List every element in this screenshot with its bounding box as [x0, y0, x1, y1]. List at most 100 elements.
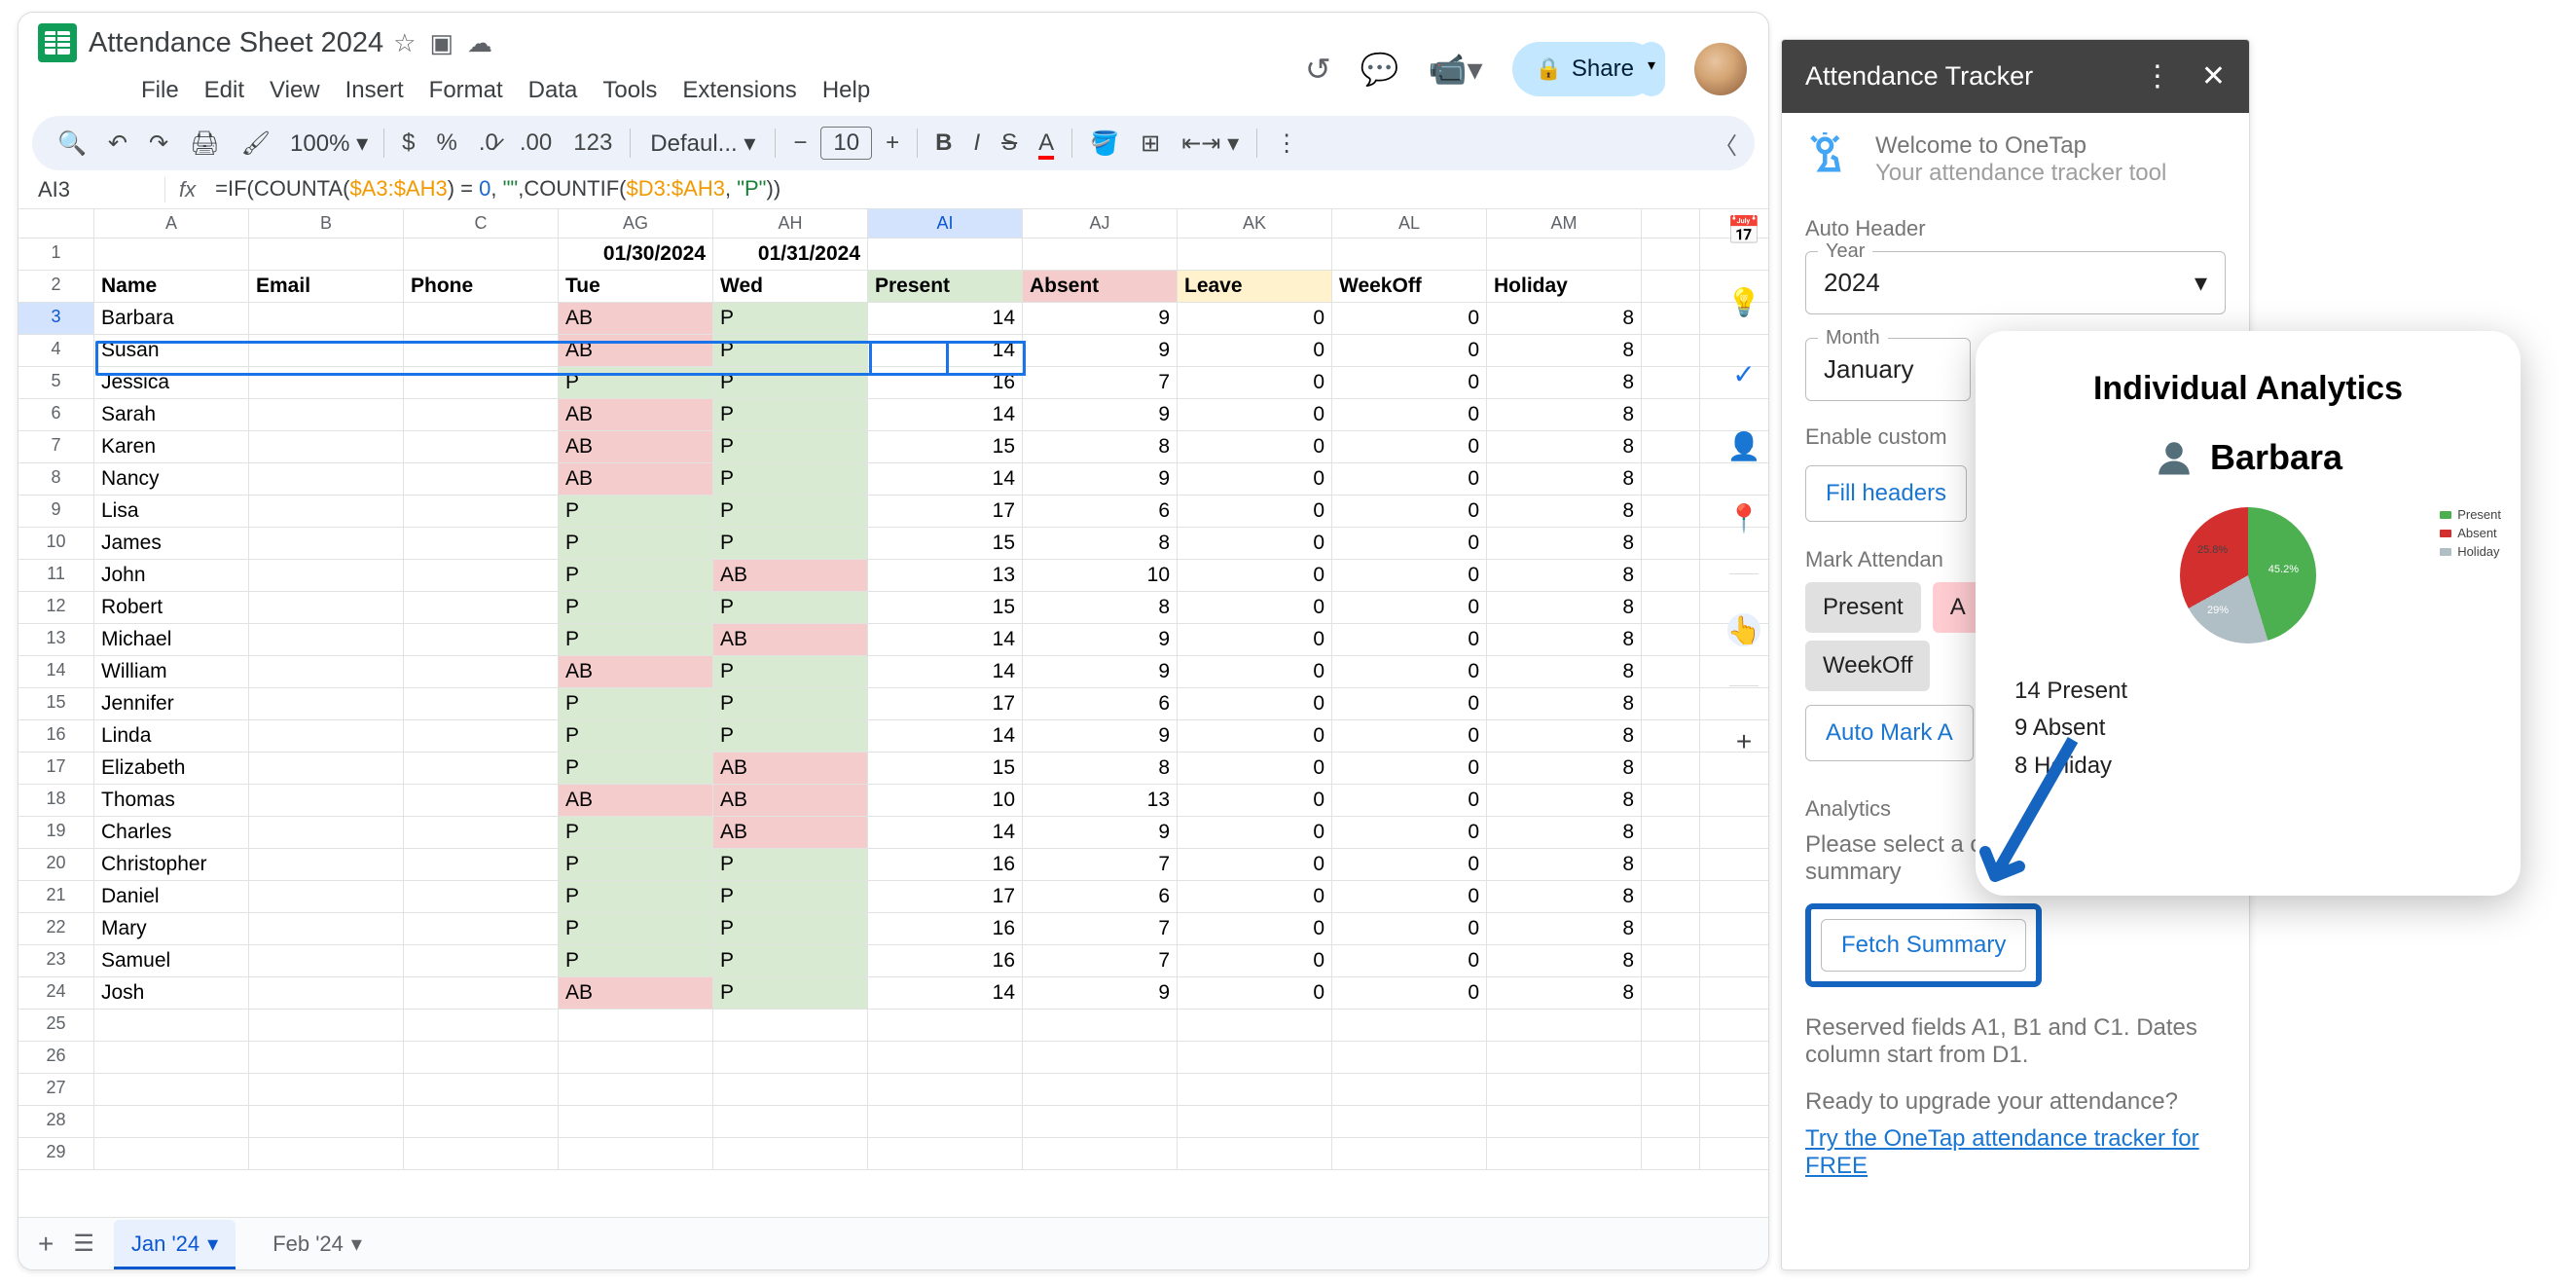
cell-C15[interactable] — [404, 688, 559, 719]
cell-B5[interactable] — [249, 367, 404, 398]
add-icon[interactable]: + — [1727, 725, 1760, 758]
increase-font-icon[interactable]: + — [878, 124, 907, 163]
cell-AG12[interactable]: P — [559, 592, 713, 623]
cell-AJ21[interactable]: 6 — [1023, 881, 1178, 912]
undo-icon[interactable]: ↶ — [100, 124, 135, 164]
borders-icon[interactable]: ⊞ — [1133, 124, 1168, 164]
cell-A10[interactable]: James — [94, 528, 249, 559]
row-header-7[interactable]: 7 — [18, 431, 94, 462]
cell-AK14[interactable]: 0 — [1178, 656, 1332, 687]
cell-AI1[interactable] — [868, 239, 1023, 270]
row-header-21[interactable]: 21 — [18, 881, 94, 912]
cell-AG9[interactable]: P — [559, 496, 713, 527]
row-header-22[interactable]: 22 — [18, 913, 94, 944]
cell-AM23[interactable]: 8 — [1487, 945, 1642, 976]
upgrade-link[interactable]: Try the OneTap attendance tracker for FR… — [1805, 1125, 2199, 1179]
cell-AL26[interactable] — [1332, 1042, 1487, 1073]
cell-A25[interactable] — [94, 1010, 249, 1041]
fill-color-icon[interactable]: 🪣 — [1082, 124, 1127, 164]
row-header-15[interactable]: 15 — [18, 688, 94, 719]
cell-AH8[interactable]: P — [713, 463, 868, 495]
cell-AH10[interactable]: P — [713, 528, 868, 559]
doc-title[interactable]: Attendance Sheet 2024 — [89, 27, 383, 59]
cell-C13[interactable] — [404, 624, 559, 655]
year-select[interactable]: Year 2024 ▾ — [1805, 251, 2226, 314]
row-header-11[interactable]: 11 — [18, 560, 94, 591]
cell-AM16[interactable]: 8 — [1487, 720, 1642, 752]
cell-AL18[interactable]: 0 — [1332, 785, 1487, 816]
maps-icon[interactable]: 📍 — [1727, 501, 1760, 534]
cell-C11[interactable] — [404, 560, 559, 591]
share-dropdown[interactable]: ▾ — [1638, 42, 1665, 96]
cell-A20[interactable]: Christopher — [94, 849, 249, 880]
cell-C9[interactable] — [404, 496, 559, 527]
menu-file[interactable]: File — [131, 73, 189, 108]
decrease-decimal-icon[interactable]: .0̷ — [471, 124, 506, 163]
row-header-25[interactable]: 25 — [18, 1010, 94, 1041]
cell-AJ12[interactable]: 8 — [1023, 592, 1178, 623]
cell-AI2[interactable]: Present — [868, 271, 1023, 302]
cell-B19[interactable] — [249, 817, 404, 848]
mark-present-button[interactable]: Present — [1805, 582, 1921, 633]
menu-extensions[interactable]: Extensions — [672, 73, 806, 108]
cell-AK23[interactable]: 0 — [1178, 945, 1332, 976]
cell-AJ4[interactable]: 9 — [1023, 335, 1178, 366]
add-sheet-icon[interactable]: + — [38, 1229, 54, 1260]
cell-AJ20[interactable]: 7 — [1023, 849, 1178, 880]
cell-AJ10[interactable]: 8 — [1023, 528, 1178, 559]
cell-AI18[interactable]: 10 — [868, 785, 1023, 816]
cell-AI5[interactable]: 16 — [868, 367, 1023, 398]
cell-AL14[interactable]: 0 — [1332, 656, 1487, 687]
fill-headers-button[interactable]: Fill headers — [1805, 465, 1967, 522]
cell-AM22[interactable]: 8 — [1487, 913, 1642, 944]
cell-AK13[interactable]: 0 — [1178, 624, 1332, 655]
menu-format[interactable]: Format — [419, 73, 513, 108]
cell-AK11[interactable]: 0 — [1178, 560, 1332, 591]
col-header-A[interactable]: A — [94, 209, 249, 238]
cell-A19[interactable]: Charles — [94, 817, 249, 848]
col-header-AI[interactable]: AI — [868, 209, 1023, 238]
cell-AK1[interactable] — [1178, 239, 1332, 270]
cell-C22[interactable] — [404, 913, 559, 944]
cell-AG4[interactable]: AB — [559, 335, 713, 366]
cell-C20[interactable] — [404, 849, 559, 880]
cell-A4[interactable]: Susan — [94, 335, 249, 366]
cell-AL13[interactable]: 0 — [1332, 624, 1487, 655]
cell-AM11[interactable]: 8 — [1487, 560, 1642, 591]
cell-AM14[interactable]: 8 — [1487, 656, 1642, 687]
menu-insert[interactable]: Insert — [336, 73, 414, 108]
col-header-AL[interactable]: AL — [1332, 209, 1487, 238]
cell-AG8[interactable]: AB — [559, 463, 713, 495]
cell-AG13[interactable]: P — [559, 624, 713, 655]
cell-AL3[interactable]: 0 — [1332, 303, 1487, 334]
cell-C16[interactable] — [404, 720, 559, 752]
row-header-27[interactable]: 27 — [18, 1074, 94, 1105]
cell-AL29[interactable] — [1332, 1138, 1487, 1169]
cell-AG27[interactable] — [559, 1074, 713, 1105]
name-box[interactable]: AI3▼ — [28, 177, 164, 202]
format-123-icon[interactable]: 123 — [565, 124, 620, 163]
cell-A8[interactable]: Nancy — [94, 463, 249, 495]
cell-AG15[interactable]: P — [559, 688, 713, 719]
cell-B13[interactable] — [249, 624, 404, 655]
cell-AK15[interactable]: 0 — [1178, 688, 1332, 719]
cell-B22[interactable] — [249, 913, 404, 944]
cell-A26[interactable] — [94, 1042, 249, 1073]
cell-AJ15[interactable]: 6 — [1023, 688, 1178, 719]
cell-AJ22[interactable]: 7 — [1023, 913, 1178, 944]
cell-AJ6[interactable]: 9 — [1023, 399, 1178, 430]
cell-C2[interactable]: Phone — [404, 271, 559, 302]
bold-icon[interactable]: B — [927, 124, 960, 163]
cell-AK17[interactable]: 0 — [1178, 753, 1332, 784]
cell-AJ18[interactable]: 13 — [1023, 785, 1178, 816]
fetch-summary-button[interactable]: Fetch Summary — [1821, 919, 2026, 972]
cell-C25[interactable] — [404, 1010, 559, 1041]
cell-AM25[interactable] — [1487, 1010, 1642, 1041]
cell-AH12[interactable]: P — [713, 592, 868, 623]
cell-AH9[interactable]: P — [713, 496, 868, 527]
cell-B7[interactable] — [249, 431, 404, 462]
cell-AI23[interactable]: 16 — [868, 945, 1023, 976]
cell-AI24[interactable]: 14 — [868, 977, 1023, 1009]
row-header-16[interactable]: 16 — [18, 720, 94, 752]
cell-C4[interactable] — [404, 335, 559, 366]
